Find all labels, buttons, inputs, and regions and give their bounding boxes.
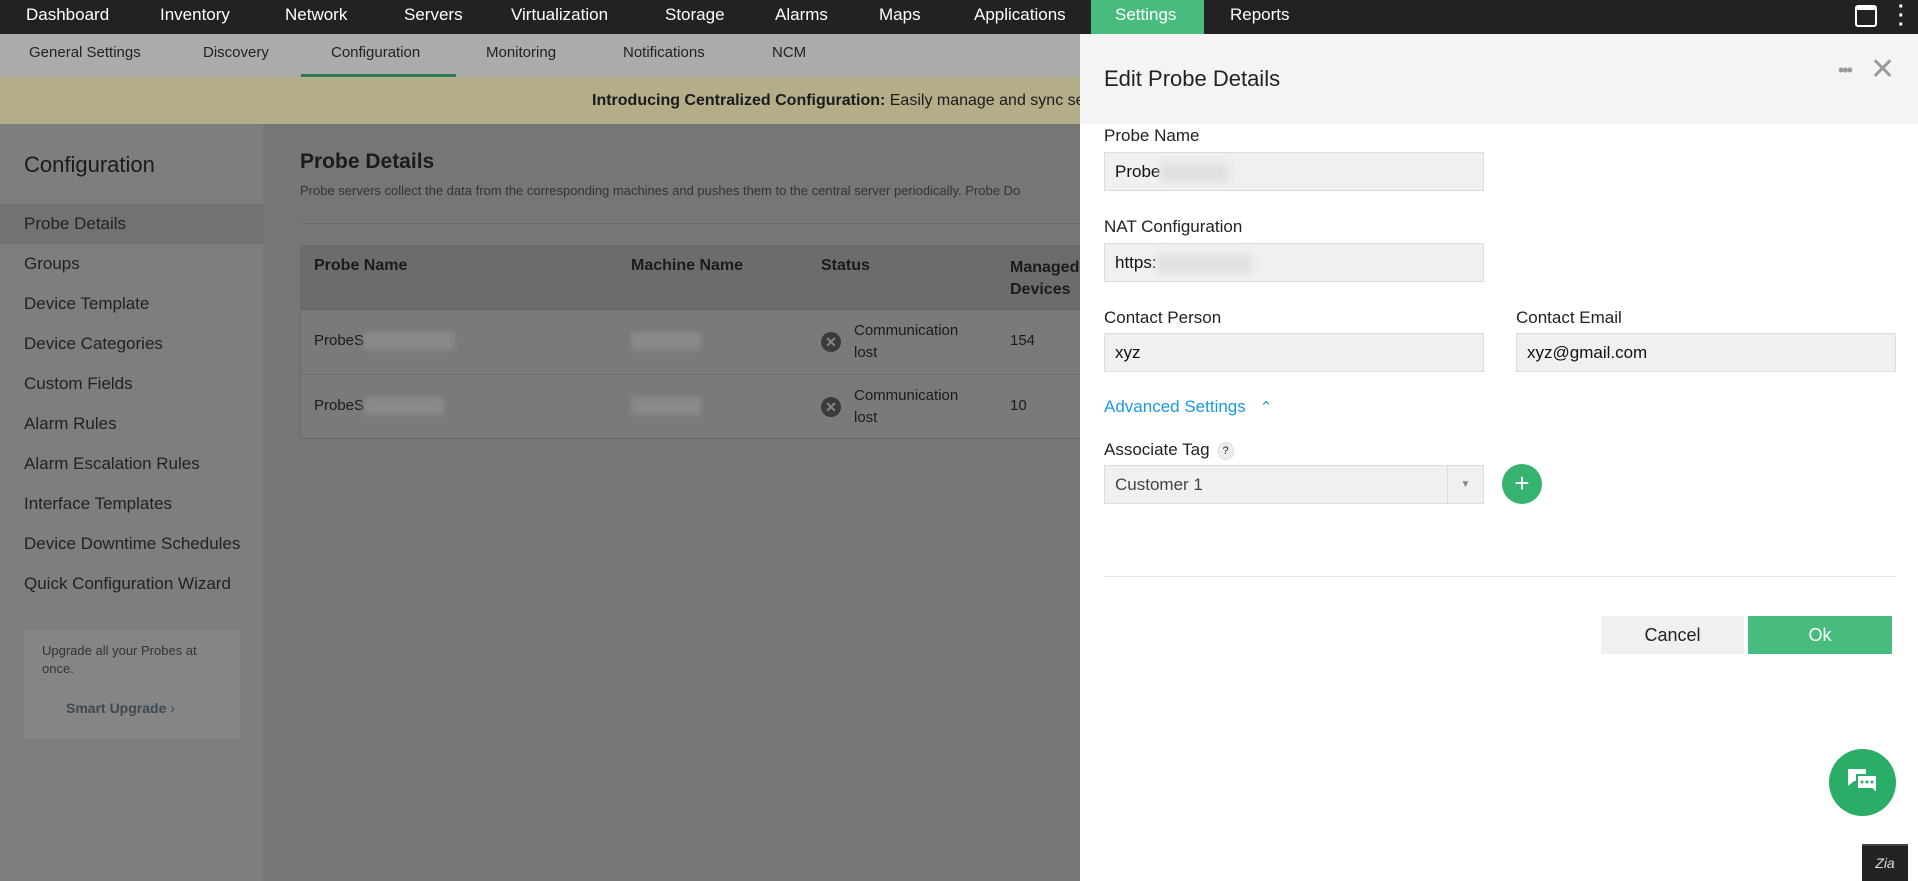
nav-servers[interactable]: Servers [404, 0, 463, 34]
smart-upgrade-link[interactable]: Smart Upgrade › [66, 700, 175, 716]
sidebar-item-quick-configuration-wizard[interactable]: Quick Configuration Wizard [0, 564, 263, 604]
contact-email-input[interactable]: xyz@gmail.com [1516, 333, 1896, 372]
sidebar-item-interface-templates[interactable]: Interface Templates [0, 484, 263, 524]
more-options-icon[interactable]: ••• [1838, 60, 1853, 81]
sidebar-item-alarm-escalation-rules[interactable]: Alarm Escalation Rules [0, 444, 263, 484]
probe-name-cell: ProbeS [314, 397, 445, 416]
sidebar-item-device-categories[interactable]: Device Categories [0, 324, 263, 364]
panel-title: Edit Probe Details [1104, 66, 1281, 91]
sidebar-item-custom-fields[interactable]: Custom Fields [0, 364, 263, 404]
page-description: Probe servers collect the data from the … [300, 183, 1021, 198]
nat-configuration-input[interactable]: https: [1104, 243, 1484, 282]
sub-nav: General Settings Discovery Configuration… [0, 34, 1080, 77]
sidebar-item-device-template[interactable]: Device Template [0, 284, 263, 324]
nav-reports[interactable]: Reports [1230, 0, 1290, 34]
error-x-icon: ✕ [821, 397, 841, 417]
machine-name-redacted [631, 332, 701, 350]
nav-dashboard[interactable]: Dashboard [26, 0, 109, 34]
nav-storage[interactable]: Storage [665, 0, 725, 34]
chevron-up-icon: ⌃ [1259, 399, 1273, 416]
probe-name-text: ProbeS [314, 332, 365, 349]
plus-icon: + [1514, 468, 1530, 498]
probe-name-label: Probe Name [1104, 126, 1200, 145]
sidebar-item-probe-details[interactable]: Probe Details [0, 204, 263, 244]
sidebar-item-alarm-rules[interactable]: Alarm Rules [0, 404, 263, 444]
col-machine-name[interactable]: Machine Name [631, 257, 743, 275]
managed-devices-count: 10 [1010, 397, 1027, 414]
subnav-configuration[interactable]: Configuration [331, 44, 420, 61]
nav-settings[interactable]: Settings [1091, 0, 1204, 34]
table-row[interactable]: ProbeS ✕ Communication lost 154 [301, 310, 1081, 375]
subnav-discovery[interactable]: Discovery [203, 44, 269, 61]
col-status[interactable]: Status [821, 257, 870, 275]
error-x-icon: ✕ [821, 332, 841, 352]
table-row[interactable]: ProbeS ✕ Communication lost 10 [301, 375, 1081, 440]
cancel-button[interactable]: Cancel [1601, 616, 1744, 654]
probe-table: Probe Name Machine Name Status Managed D… [300, 245, 1081, 440]
nat-configuration-label: NAT Configuration [1104, 217, 1243, 236]
smart-upgrade-label: Smart Upgrade [66, 700, 167, 716]
panel-header: Edit Probe Details ••• ✕ [1080, 34, 1918, 124]
page-title: Probe Details [300, 150, 435, 173]
sidebar: Configuration Probe Details Groups Devic… [0, 124, 263, 881]
subnav-ncm[interactable]: NCM [772, 44, 806, 61]
banner-bold: Introducing Centralized Configuration: [592, 92, 886, 109]
probe-name-input[interactable]: Probe [1104, 152, 1484, 191]
nav-network[interactable]: Network [285, 0, 347, 34]
divider [300, 223, 1080, 224]
chat-button[interactable] [1829, 749, 1896, 816]
window-icon[interactable] [1855, 5, 1877, 27]
subnav-monitoring[interactable]: Monitoring [486, 44, 556, 61]
tag-value: Customer 1 [1115, 475, 1203, 494]
nat-value: https: [1115, 253, 1157, 272]
dropdown-arrow-icon[interactable]: ▼ [1447, 466, 1483, 503]
contact-email-label: Contact Email [1516, 308, 1622, 327]
status-text: Communication lost [854, 322, 959, 361]
machine-name-redacted [631, 397, 701, 415]
subnav-general-settings[interactable]: General Settings [29, 44, 141, 61]
more-vertical-icon[interactable]: · · · [1898, 0, 1905, 35]
close-icon[interactable]: ✕ [1870, 52, 1895, 87]
advanced-settings-toggle[interactable]: Advanced Settings ⌃ [1104, 397, 1272, 417]
nav-inventory[interactable]: Inventory [160, 0, 230, 34]
chevron-right-icon: › [170, 700, 175, 716]
managed-devices-count: 154 [1010, 332, 1036, 349]
contact-person-input[interactable]: xyz [1104, 333, 1484, 372]
probe-name-text: ProbeS [314, 397, 365, 414]
nav-maps[interactable]: Maps [879, 0, 921, 34]
col-probe-name[interactable]: Probe Name [314, 257, 407, 275]
edit-probe-panel: Edit Probe Details ••• ✕ Probe Name Prob… [1080, 34, 1918, 881]
help-icon[interactable]: ? [1217, 441, 1234, 460]
col-managed-devices[interactable]: Managed Devices [1010, 257, 1080, 301]
add-tag-button[interactable]: + [1502, 464, 1542, 504]
advanced-settings-label: Advanced Settings [1104, 397, 1246, 416]
associate-tag-label: Associate Tag? [1104, 440, 1234, 460]
nav-applications[interactable]: Applications [974, 0, 1066, 34]
table-header: Probe Name Machine Name Status Managed D… [301, 246, 1081, 310]
main-content: Probe Details Probe servers collect the … [263, 124, 1081, 881]
probe-name-value: Probe [1115, 162, 1161, 181]
associate-tag-select[interactable]: Customer 1 ▼ [1104, 465, 1484, 504]
zia-icon[interactable]: Zia [1862, 844, 1908, 881]
upgrade-card: Upgrade all your Probes at once. Smart U… [24, 630, 240, 739]
top-nav: Dashboard Inventory Network Servers Virt… [0, 0, 1918, 35]
divider [1104, 576, 1896, 577]
nav-alarms[interactable]: Alarms [775, 0, 828, 34]
contact-person-label: Contact Person [1104, 308, 1222, 327]
status-text: Communication lost [854, 387, 959, 426]
associate-tag-text: Associate Tag [1104, 440, 1210, 459]
ok-button[interactable]: Ok [1748, 616, 1892, 654]
sidebar-item-groups[interactable]: Groups [0, 244, 263, 284]
probe-name-cell: ProbeS [314, 332, 455, 351]
chat-icon [1848, 769, 1878, 797]
subnav-notifications[interactable]: Notifications [623, 44, 705, 61]
banner-text: Easily manage and sync set [885, 92, 1080, 109]
announcement-banner: Introducing Centralized Configuration: E… [0, 77, 1080, 124]
upgrade-text: Upgrade all your Probes at once. [42, 643, 197, 676]
nav-virtualization[interactable]: Virtualization [511, 0, 608, 34]
sidebar-item-device-downtime-schedules[interactable]: Device Downtime Schedules [0, 524, 263, 564]
sidebar-title: Configuration [24, 152, 155, 177]
